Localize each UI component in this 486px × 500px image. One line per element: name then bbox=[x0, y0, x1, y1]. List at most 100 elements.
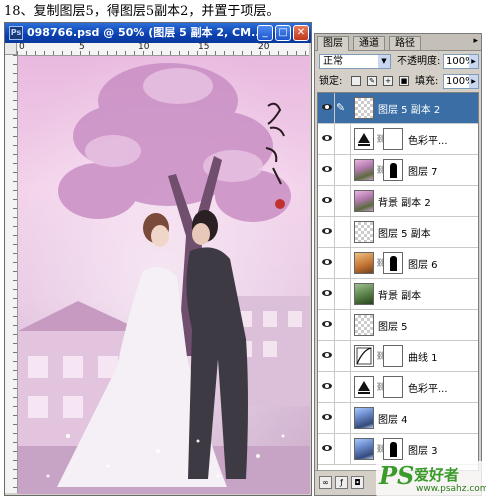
visibility-eye-icon[interactable] bbox=[319, 186, 335, 216]
maximize-button[interactable]: □ bbox=[275, 25, 291, 41]
document-titlebar[interactable]: Ps 098766.psd @ 50% (图层 5 副本 2, CM... _ … bbox=[5, 23, 311, 43]
layer-row[interactable]: ✎ 图层 5 副本 2 bbox=[318, 93, 478, 124]
document-window[interactable]: Ps 098766.psd @ 50% (图层 5 副本 2, CM... _ … bbox=[4, 22, 312, 496]
ruler-label: 15 bbox=[198, 42, 210, 52]
layers-panel[interactable]: 图层 通道 路径 ▸ 正常 ▼ 不透明度: 100% ▶ 锁定: ✎ + ■ 填… bbox=[314, 33, 482, 496]
lock-row: 锁定: ✎ + ■ 填充: 100% ▶ bbox=[315, 72, 481, 92]
link-cell[interactable] bbox=[335, 155, 351, 185]
chevron-down-icon: ▼ bbox=[378, 55, 390, 68]
visibility-eye-icon[interactable] bbox=[319, 248, 335, 278]
ruler-label: 10 bbox=[138, 42, 150, 52]
ruler-label: 0 bbox=[19, 42, 25, 52]
red-seal bbox=[275, 199, 285, 209]
link-cell[interactable] bbox=[335, 248, 351, 278]
photoshop-icon: Ps bbox=[9, 26, 23, 40]
lock-position-icon[interactable]: + bbox=[383, 76, 393, 86]
panel-menu-icon[interactable]: ▸ bbox=[473, 36, 478, 46]
visibility-eye-icon[interactable] bbox=[319, 341, 335, 371]
layer-row[interactable]: ⛓ 色彩平... bbox=[318, 124, 478, 155]
layer-name: 图层 5 副本 bbox=[378, 229, 431, 240]
opacity-input[interactable]: 100% ▶ bbox=[443, 54, 479, 69]
layer-name: 背景 副本 bbox=[378, 291, 422, 302]
link-cell[interactable] bbox=[335, 279, 351, 309]
visibility-eye-icon[interactable] bbox=[319, 124, 335, 154]
layer-thumbnail bbox=[354, 221, 374, 243]
ruler-label: 5 bbox=[79, 42, 85, 52]
add-mask-icon[interactable]: ◘ bbox=[351, 476, 364, 489]
lock-all-icon[interactable]: ■ bbox=[399, 76, 409, 86]
visibility-eye-icon[interactable] bbox=[319, 93, 335, 123]
document-canvas[interactable] bbox=[18, 56, 310, 494]
layer-row[interactable]: ⛓ 图层 6 bbox=[318, 248, 478, 279]
blend-mode-select[interactable]: 正常 ▼ bbox=[319, 54, 391, 69]
layer-row[interactable]: 图层 5 副本 bbox=[318, 217, 478, 248]
visibility-eye-icon[interactable] bbox=[319, 155, 335, 185]
layer-name: 色彩平... bbox=[408, 136, 448, 147]
layer-name: 图层 3 bbox=[408, 446, 438, 457]
visibility-eye-icon[interactable] bbox=[319, 403, 335, 433]
layer-mask-thumbnail bbox=[383, 128, 403, 150]
link-cell[interactable] bbox=[335, 124, 351, 154]
color-balance-icon bbox=[354, 376, 374, 398]
layer-list[interactable]: ✎ 图层 5 副本 2 ⛓ 色彩平... ⛓ 图层 7 背景 副本 2 图层 5… bbox=[317, 92, 479, 472]
layer-mask-thumbnail bbox=[383, 252, 403, 274]
lock-transparent-icon[interactable] bbox=[351, 76, 361, 86]
link-cell[interactable] bbox=[335, 372, 351, 402]
blend-mode-value: 正常 bbox=[323, 56, 343, 67]
close-button[interactable]: ✕ bbox=[293, 25, 309, 41]
link-cell[interactable] bbox=[335, 186, 351, 216]
link-cell[interactable] bbox=[335, 310, 351, 340]
curves-icon bbox=[354, 345, 374, 367]
layer-name: 图层 4 bbox=[378, 415, 408, 426]
link-cell[interactable] bbox=[335, 217, 351, 247]
layer-row[interactable]: ⛓ 图层 7 bbox=[318, 155, 478, 186]
tab-channels[interactable]: 通道 bbox=[353, 36, 385, 50]
visibility-eye-icon[interactable] bbox=[319, 434, 335, 464]
document-title: 098766.psd @ 50% (图层 5 副本 2, CM... bbox=[27, 26, 264, 39]
visibility-eye-icon[interactable] bbox=[319, 217, 335, 247]
panel-tabs: 图层 通道 路径 ▸ bbox=[315, 34, 481, 51]
layer-row[interactable]: 背景 副本 2 bbox=[318, 186, 478, 217]
link-cell[interactable] bbox=[335, 403, 351, 433]
layer-mask-thumbnail bbox=[383, 438, 403, 460]
watermark-brand: PS bbox=[379, 461, 415, 490]
layer-row[interactable]: 图层 4 bbox=[318, 403, 478, 434]
tab-layers[interactable]: 图层 bbox=[317, 36, 349, 51]
lock-image-icon[interactable]: ✎ bbox=[367, 76, 377, 86]
chevron-right-icon: ▶ bbox=[469, 75, 478, 88]
blend-row: 正常 ▼ 不透明度: 100% ▶ bbox=[315, 52, 481, 72]
watermark-url: www.psahz.com bbox=[416, 484, 486, 494]
lock-label: 锁定: bbox=[319, 76, 343, 87]
visibility-eye-icon[interactable] bbox=[319, 372, 335, 402]
visibility-eye-icon[interactable] bbox=[319, 279, 335, 309]
layer-name: 图层 7 bbox=[408, 167, 438, 178]
link-cell[interactable] bbox=[335, 341, 351, 371]
fill-input[interactable]: 100% ▶ bbox=[443, 74, 479, 89]
layer-row[interactable]: ⛓ 色彩平... bbox=[318, 372, 478, 403]
layer-row[interactable]: ⛓ 曲线 1 bbox=[318, 341, 478, 372]
layer-row[interactable]: 图层 5 bbox=[318, 310, 478, 341]
vertical-ruler[interactable] bbox=[5, 55, 18, 493]
tab-paths[interactable]: 路径 bbox=[389, 36, 421, 50]
ruler-label: 20 bbox=[258, 42, 270, 52]
layer-name: 背景 副本 2 bbox=[378, 198, 431, 209]
layer-mask-thumbnail bbox=[383, 376, 403, 398]
wedding-photo bbox=[18, 56, 310, 494]
color-balance-icon bbox=[354, 128, 374, 150]
link-cell[interactable] bbox=[335, 434, 351, 464]
opacity-label: 不透明度: bbox=[397, 56, 441, 67]
layer-name: 图层 6 bbox=[408, 260, 438, 271]
visibility-eye-icon[interactable] bbox=[319, 310, 335, 340]
layer-style-icon[interactable]: ƒ bbox=[335, 476, 348, 489]
tutorial-caption: 18、复制图层5，得图层5副本2，并置于项层。 bbox=[4, 4, 280, 19]
layer-row[interactable]: 背景 副本 bbox=[318, 279, 478, 310]
link-layers-icon[interactable]: ∞ bbox=[319, 476, 332, 489]
ruler-corner[interactable] bbox=[5, 43, 17, 55]
layer-thumbnail bbox=[354, 252, 374, 274]
layer-name: 图层 5 bbox=[378, 322, 408, 333]
horizontal-ruler[interactable]: 0 5 10 15 20 bbox=[17, 43, 309, 56]
layer-name: 曲线 1 bbox=[408, 353, 438, 364]
fill-label: 填充: bbox=[415, 76, 439, 87]
minimize-button[interactable]: _ bbox=[257, 25, 273, 41]
layer-mask-thumbnail bbox=[383, 345, 403, 367]
